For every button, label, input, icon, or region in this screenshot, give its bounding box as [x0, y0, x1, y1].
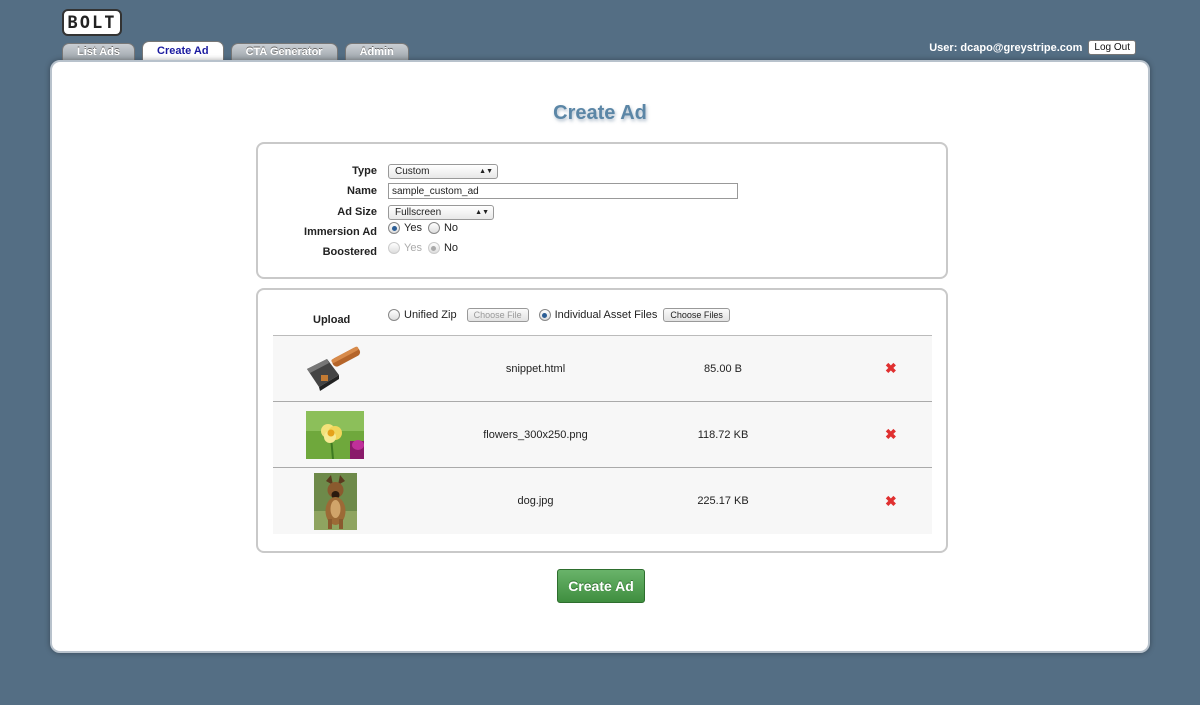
- file-size: 225.17 KB: [697, 495, 749, 507]
- select-arrows-icon: ▲▼: [479, 167, 493, 175]
- tab-create-ad[interactable]: Create Ad: [142, 41, 224, 60]
- ad-size-label: Ad Size: [337, 206, 377, 218]
- immersion-no-radio[interactable]: [427, 222, 440, 234]
- ad-size-value: Fullscreen: [395, 206, 442, 218]
- logout-button[interactable]: Log Out: [1088, 40, 1136, 55]
- immersion-row: Immersion Ad Yes No: [258, 222, 458, 241]
- unified-zip-radio[interactable]: [388, 309, 400, 321]
- upload-box: Upload Unified Zip Choose File Individua…: [256, 288, 948, 553]
- immersion-no-label: No: [443, 222, 459, 234]
- name-label: Name: [347, 185, 377, 197]
- immersion-yes-label: Yes: [404, 222, 422, 234]
- type-label: Type: [352, 165, 377, 177]
- choose-file-button[interactable]: Choose File: [466, 308, 529, 322]
- choose-files-button[interactable]: Choose Files: [663, 308, 730, 322]
- type-value: Custom: [395, 165, 430, 177]
- user-label: User: dcapo@greystripe.com: [929, 41, 1083, 54]
- tab-list-ads[interactable]: List Ads: [62, 43, 135, 60]
- ad-size-row: Ad Size Fullscreen ▲▼: [258, 203, 494, 221]
- tab-admin[interactable]: Admin: [344, 43, 409, 60]
- file-row: dog.jpg 225.17 KB ✖: [273, 468, 932, 534]
- boostered-label: Boostered: [322, 246, 377, 258]
- file-name: snippet.html: [505, 362, 566, 375]
- bolt-logo[interactable]: BOLT: [62, 9, 122, 36]
- ad-size-select[interactable]: Fullscreen ▲▼: [388, 204, 494, 220]
- immersion-label: Immersion Ad: [304, 226, 377, 238]
- file-name: dog.jpg: [517, 495, 554, 507]
- file-size: 85.00 B: [704, 362, 742, 375]
- ad-settings-box: Type Custom ▲▼ Name sample_custom_ad Ad …: [256, 142, 948, 279]
- file-row: snippet.html 85.00 B ✖: [273, 336, 932, 402]
- name-input[interactable]: sample_custom_ad: [388, 183, 738, 199]
- boostered-yes-radio: [388, 242, 400, 254]
- unified-zip-label: Unified Zip: [404, 309, 457, 321]
- main-panel: Create Ad Type Custom ▲▼ Name sample_cus…: [50, 60, 1150, 653]
- dog-thumbnail: [291, 472, 379, 530]
- file-row: flowers_300x250.png 118.72 KB ✖: [273, 402, 932, 468]
- upload-row: Upload Unified Zip Choose File Individua…: [258, 306, 946, 326]
- boostered-no-radio: [427, 242, 440, 254]
- page-title: Create Ad: [553, 102, 647, 124]
- type-select[interactable]: Custom ▲▼: [388, 163, 498, 179]
- upload-label: Upload: [313, 314, 351, 326]
- individual-files-radio[interactable]: [538, 309, 551, 321]
- file-name: flowers_300x250.png: [483, 428, 588, 441]
- delete-icon[interactable]: ✖: [885, 493, 897, 510]
- hammer-icon: [291, 345, 379, 393]
- tab-cta-generator[interactable]: CTA Generator: [230, 43, 338, 60]
- delete-icon[interactable]: ✖: [885, 360, 897, 377]
- boostered-row: Boostered Yes No: [258, 242, 458, 261]
- file-list: snippet.html 85.00 B ✖ flowers_300x250.p…: [273, 335, 932, 534]
- flower-thumbnail: [291, 410, 379, 459]
- immersion-yes-radio[interactable]: [388, 222, 400, 234]
- user-bar: User: dcapo@greystripe.com Log Out: [929, 40, 1136, 55]
- boostered-yes-label: Yes: [404, 242, 422, 254]
- boostered-no-label: No: [443, 242, 459, 254]
- nav-tabs: List Ads Create Ad CTA Generator Admin: [62, 41, 409, 60]
- type-row: Type Custom ▲▼: [258, 162, 498, 180]
- delete-icon[interactable]: ✖: [885, 426, 897, 443]
- create-ad-button[interactable]: Create Ad: [557, 569, 645, 603]
- select-arrows-icon: ▲▼: [475, 208, 489, 216]
- file-size: 118.72 KB: [697, 428, 749, 441]
- name-row: Name sample_custom_ad: [258, 182, 738, 200]
- individual-files-label: Individual Asset Files: [554, 309, 658, 321]
